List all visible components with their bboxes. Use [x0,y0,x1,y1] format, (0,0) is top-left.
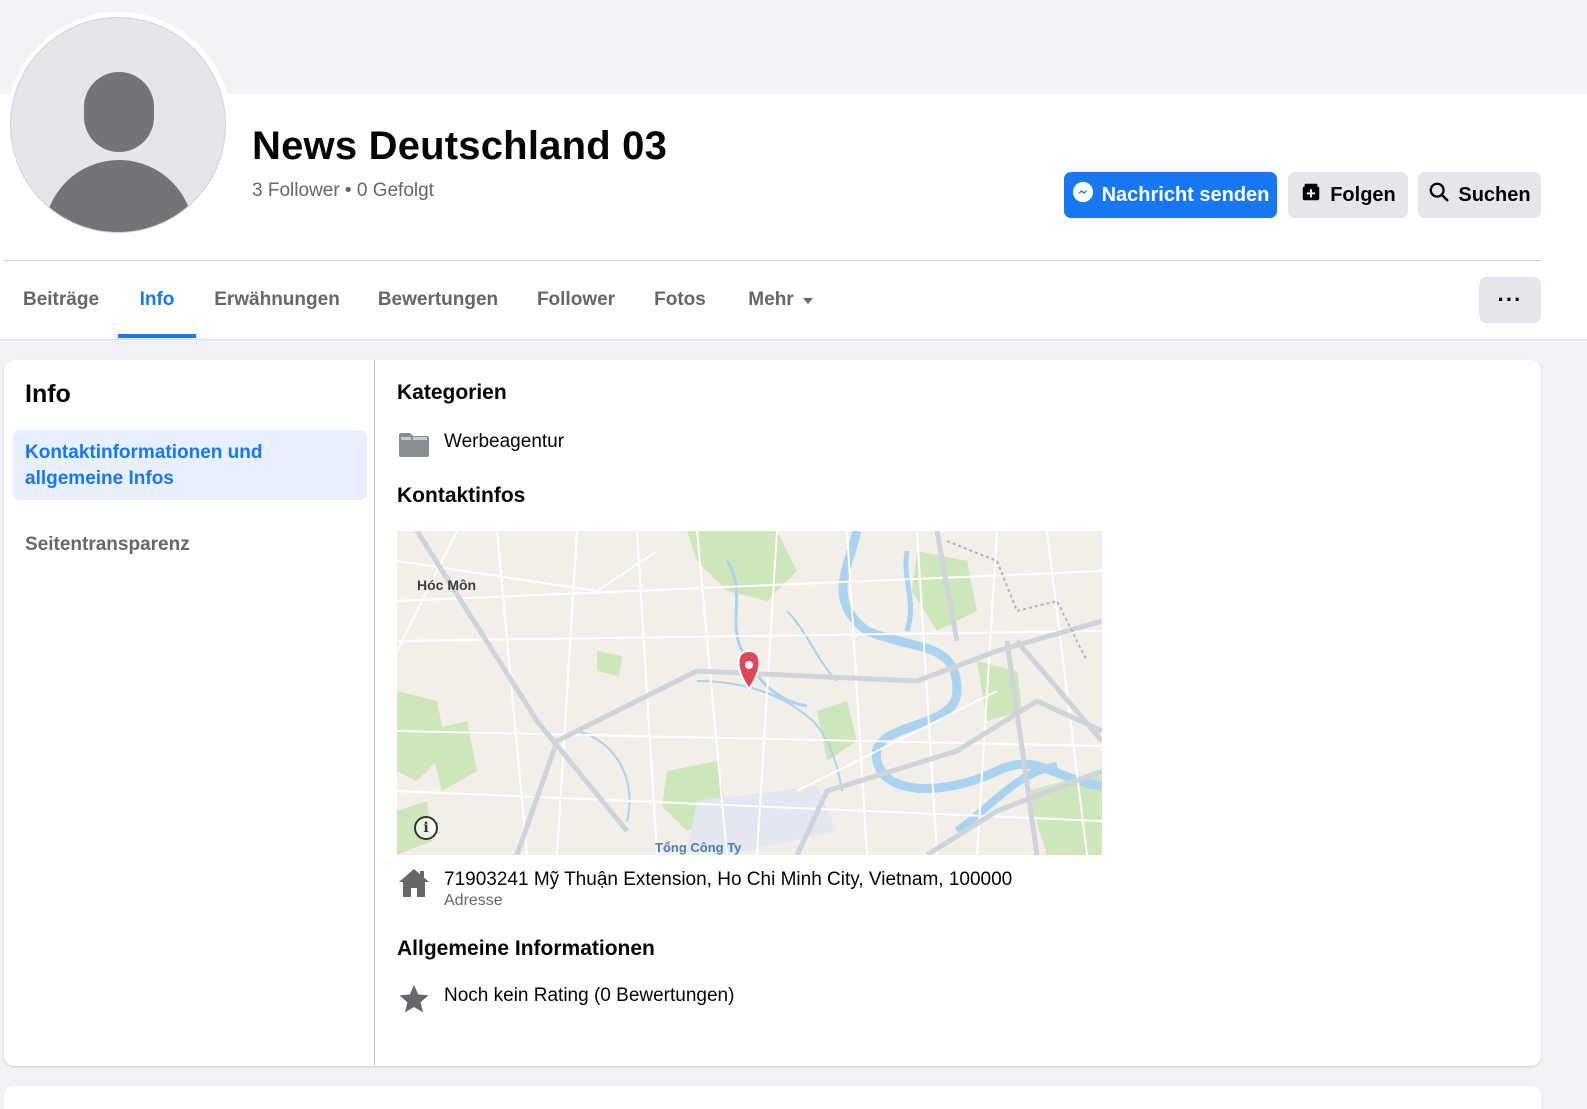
tab-info[interactable]: Info [118,262,196,338]
messenger-icon [1072,181,1094,209]
search-icon [1428,181,1450,209]
sidebar-item-page-transparency[interactable]: Seitentransparenz [13,522,367,568]
map-tiles [397,531,1102,855]
follow-button[interactable]: Folgen [1288,172,1408,218]
folder-icon [397,430,430,460]
caret-down-icon [802,289,814,311]
tab-bewertungen[interactable]: Bewertungen [364,262,512,338]
tab-mehr-label: Mehr [748,289,794,310]
tab-fotos[interactable]: Fotos [642,262,718,338]
tab-erwaehnungen[interactable]: Erwähnungen [202,262,352,338]
info-content: Kategorien Werbeagentur Kontaktinfos Hóc… [397,360,1537,1066]
more-options-button[interactable]: ··· [1479,277,1541,323]
address-row: 71903241 Mỹ Thuận Extension, Ho Chi Minh… [397,868,1012,910]
map-label-hoc-mon: Hóc Môn [417,577,477,593]
send-message-label: Nachricht senden [1101,183,1270,206]
sidebar-item-contact-info[interactable]: Kontaktinformationen und allgemeine Info… [13,430,367,500]
address-text[interactable]: 71903241 Mỹ Thuận Extension, Ho Chi Minh… [444,868,1012,892]
tab-follower[interactable]: Follower [524,262,628,338]
sidebar-title: Info [25,380,71,408]
home-icon [397,868,430,898]
map-attribution-info-icon[interactable]: i [414,816,438,840]
follow-icon [1300,181,1322,209]
category-row: Werbeagentur [397,430,564,460]
category-text[interactable]: Werbeagentur [444,430,564,454]
page-title: News Deutschland 03 [252,124,668,168]
rating-row: Noch kein Rating (0 Bewertungen) [397,984,734,1014]
search-label: Suchen [1458,183,1531,206]
general-info-heading: Allgemeine Informationen [397,937,655,960]
contact-heading: Kontaktinfos [397,484,526,507]
map-label-tong-cong-ty: Tổng Công Ty [655,840,742,855]
search-button[interactable]: Suchen [1418,172,1541,218]
next-card [4,1086,1541,1109]
rating-text: Noch kein Rating (0 Bewertungen) [444,985,735,1006]
address-block: 71903241 Mỹ Thuận Extension, Ho Chi Minh… [444,868,1012,910]
avatar[interactable] [10,17,226,233]
address-label: Adresse [444,892,503,909]
categories-heading: Kategorien [397,381,507,404]
avatar-placeholder-head [84,72,154,152]
avatar-placeholder-body [44,160,194,232]
location-map[interactable]: Hóc Môn Tổng Công Ty i [397,531,1102,855]
follow-label: Folgen [1330,183,1396,206]
header-divider [4,260,1541,261]
tab-beitraege[interactable]: Beiträge [4,262,118,338]
cover-area [0,0,1587,94]
info-card: Info Kontaktinformationen und allgemeine… [4,360,1541,1066]
info-sidebar: Info Kontaktinformationen und allgemeine… [4,360,375,1066]
follower-stats[interactable]: 3 Follower • 0 Gefolgt [252,180,434,202]
send-message-button[interactable]: Nachricht senden [1064,172,1277,218]
tab-mehr[interactable]: Mehr [732,262,830,338]
star-icon [397,984,430,1014]
